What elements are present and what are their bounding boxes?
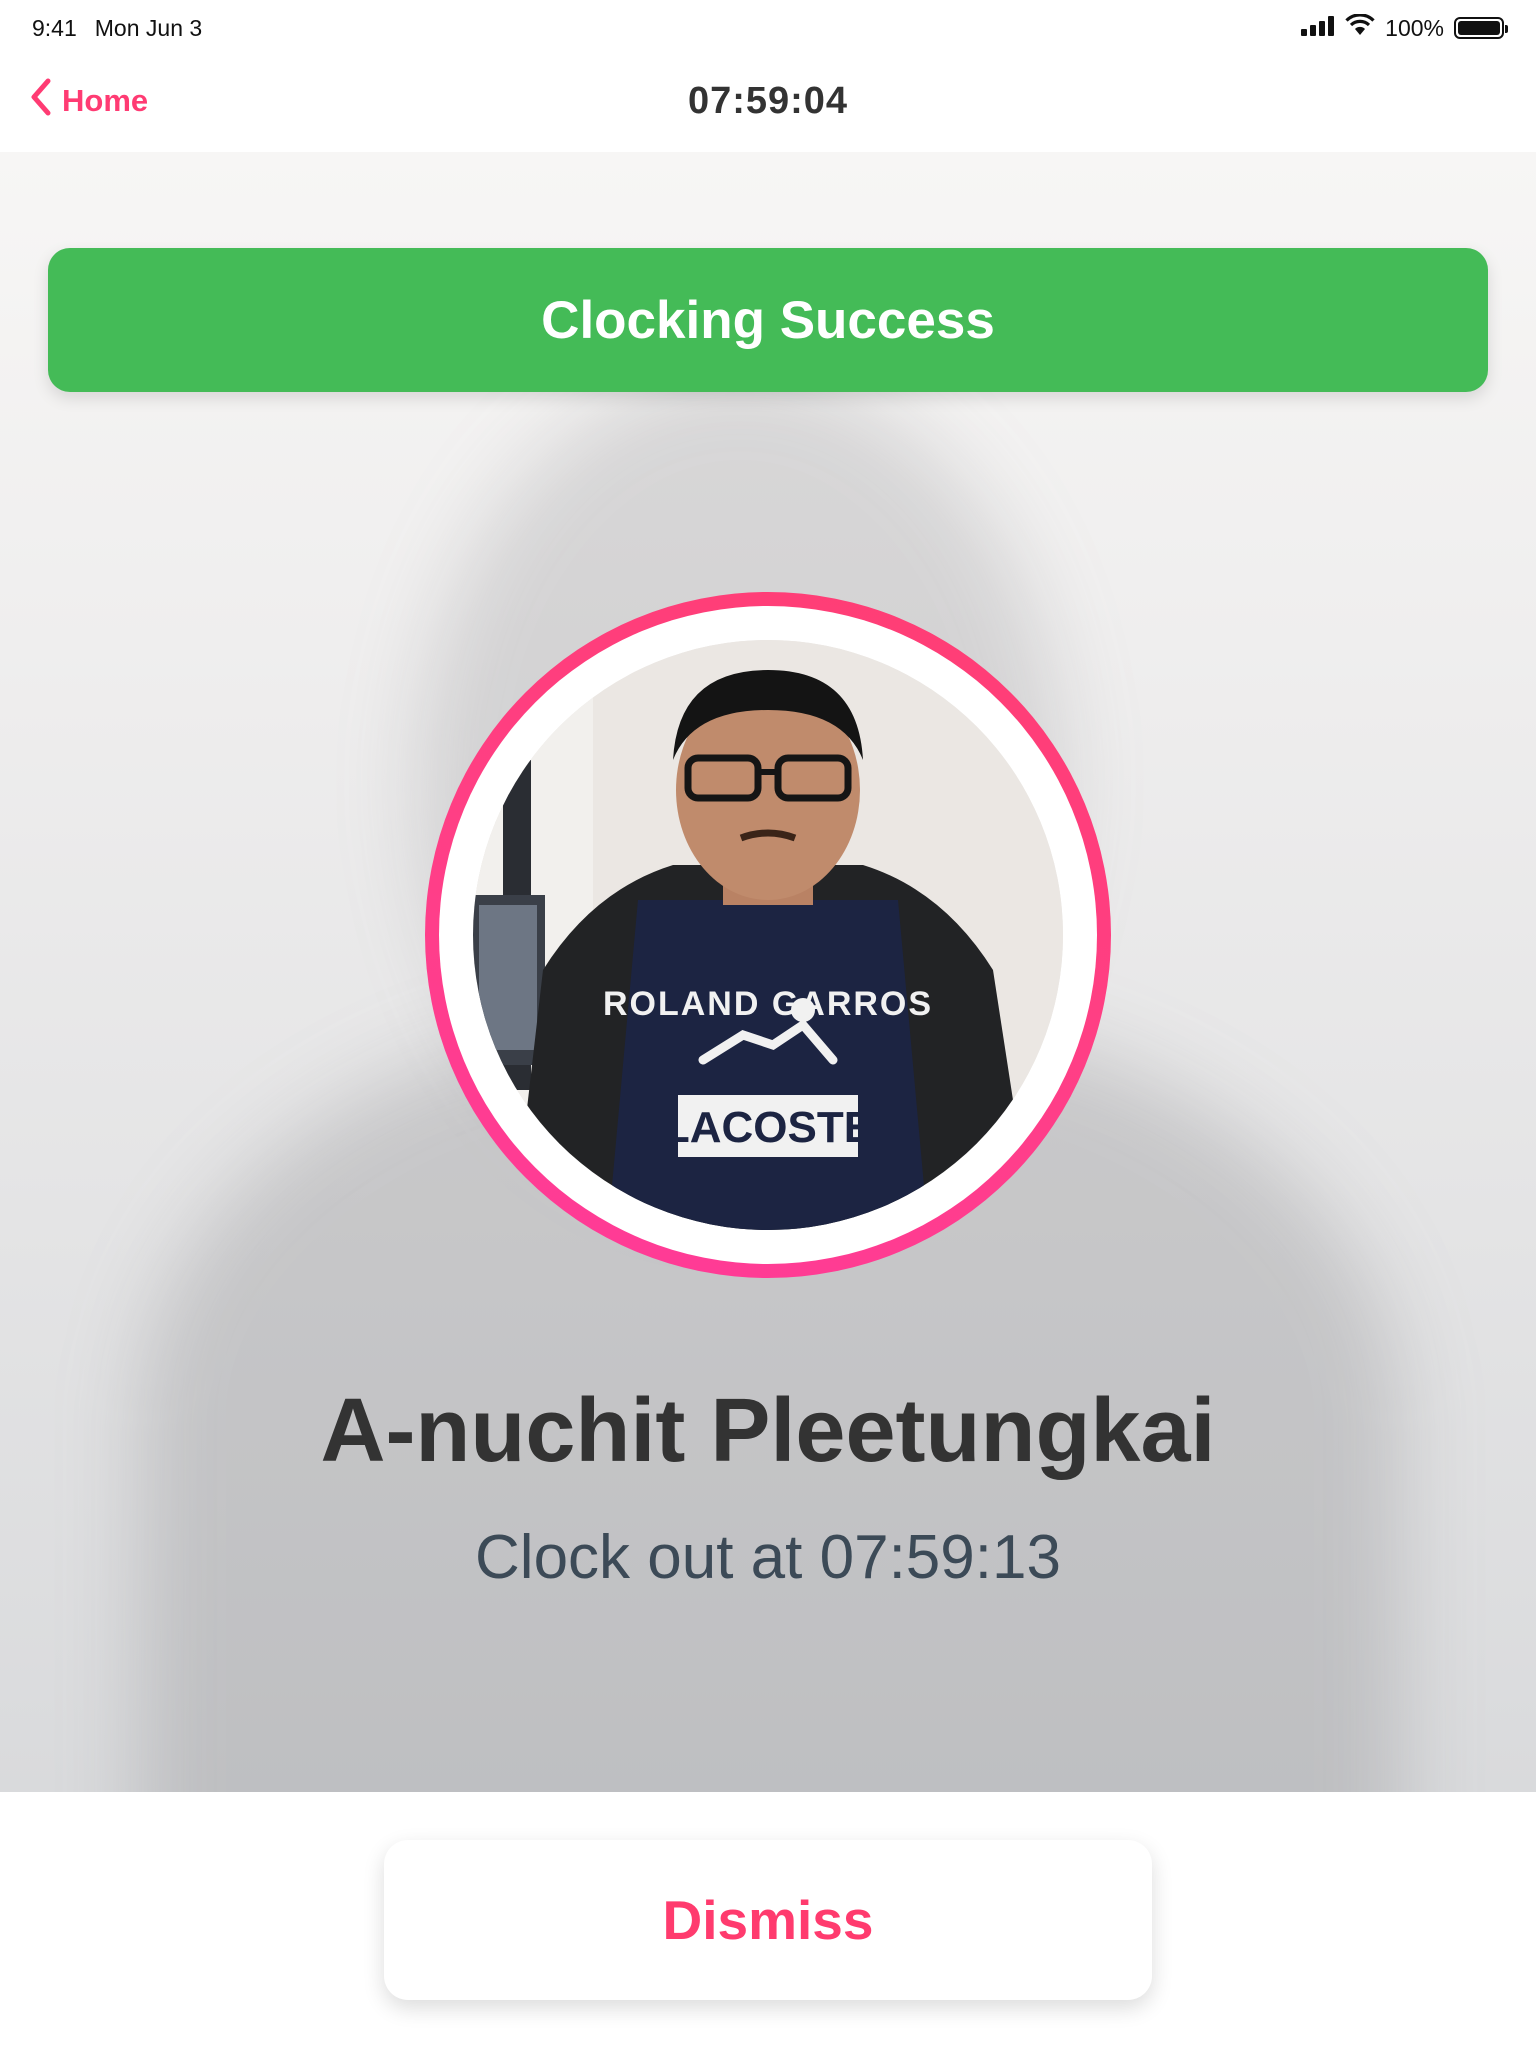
status-right: 100%	[1301, 13, 1508, 42]
nav-bar: Home 07:59:04	[0, 56, 1536, 152]
avatar-border: ROLAND GARROS LACOSTE	[439, 606, 1097, 1264]
avatar-ring: ROLAND GARROS LACOSTE	[425, 592, 1111, 1278]
shirt-text-top: ROLAND GARROS	[603, 985, 933, 1023]
status-left: 9:41 Mon Jun 3	[32, 15, 202, 42]
avatar-photo-illustration: ROLAND GARROS LACOSTE	[473, 640, 1063, 1230]
avatar: ROLAND GARROS LACOSTE	[473, 640, 1063, 1230]
signal-icon	[1301, 15, 1335, 42]
clocking-screen: 9:41 Mon Jun 3 100% Home 07:59:04 Clocki…	[0, 0, 1536, 2048]
wifi-icon	[1345, 13, 1375, 42]
status-bar: 9:41 Mon Jun 3 100%	[0, 0, 1536, 56]
status-time: 9:41	[32, 14, 77, 41]
status-date: Mon Jun 3	[94, 14, 203, 41]
clock-out-time: Clock out at 07:59:13	[475, 1523, 1061, 1592]
success-banner-text: Clocking Success	[541, 290, 995, 350]
dismiss-label: Dismiss	[662, 1889, 874, 1951]
shirt-text-bottom: LACOSTE	[663, 1103, 873, 1152]
battery-percent: 100%	[1385, 14, 1444, 41]
dismiss-button[interactable]: Dismiss	[384, 1840, 1152, 2000]
nav-title-clock: 07:59:04	[687, 80, 849, 122]
bottom-action-area: Dismiss	[0, 1792, 1536, 2048]
employee-name: A-nuchit Pleetungkai	[320, 1381, 1216, 1481]
success-banner: Clocking Success	[48, 248, 1488, 392]
battery-icon	[1454, 17, 1508, 39]
